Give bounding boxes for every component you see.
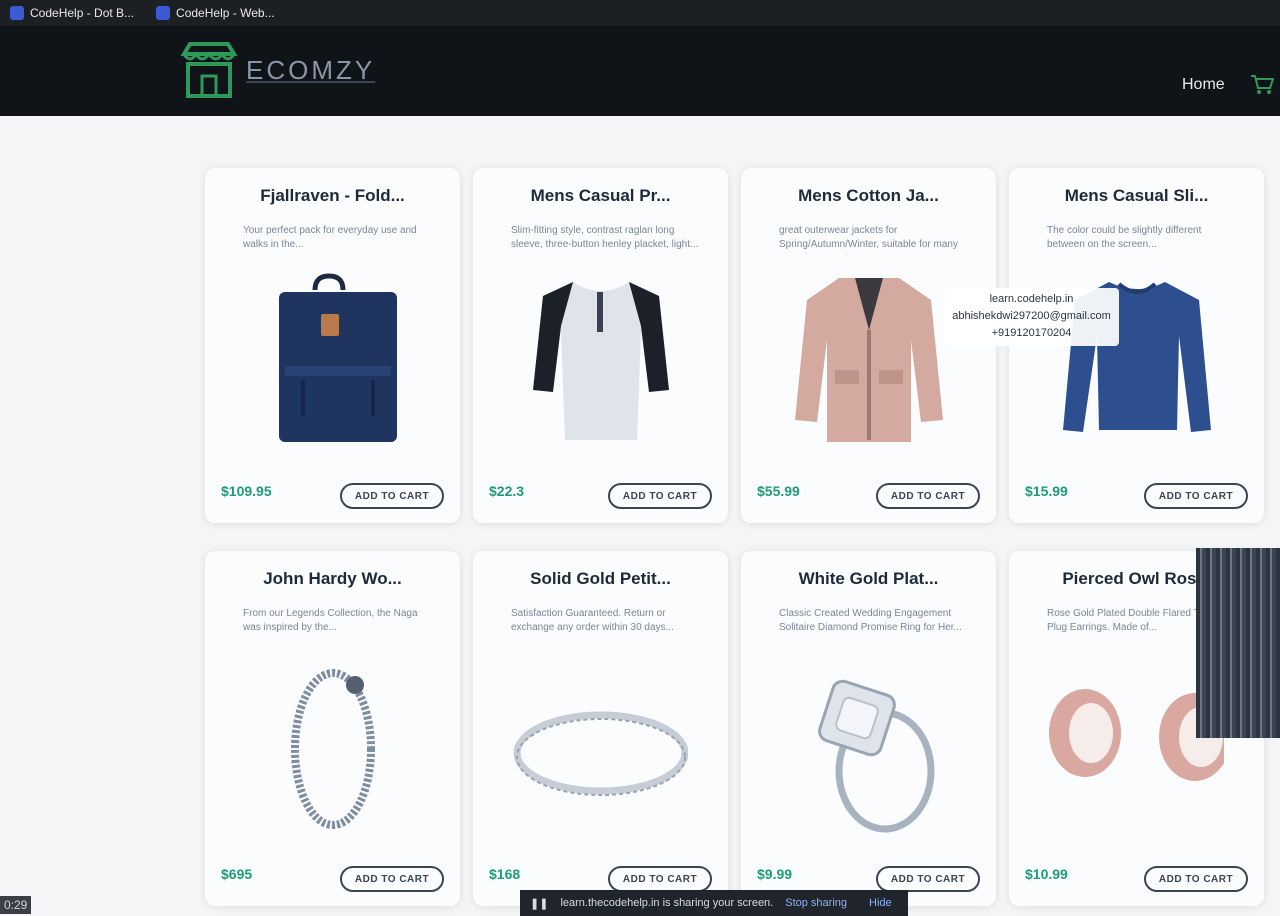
browser-tab[interactable]: CodeHelp - Web... [156,6,275,20]
ring-icon [818,679,935,833]
nav-home-link[interactable]: Home [1182,76,1225,94]
product-description: From our Legends Collection, the Naga wa… [243,608,418,633]
pause-icon: ❚❚ [530,897,549,910]
product-price: $22.3 [489,483,525,499]
product-title[interactable]: John Hardy Wo... [223,569,442,589]
watermark-site: learn.codehelp.in [989,293,1074,305]
add-to-cart-button[interactable]: ADD TO CART [340,483,444,509]
product-card: Solid Gold Petit... Satisfaction Guarant… [473,551,728,906]
add-to-cart-button[interactable]: ADD TO CART [1144,866,1248,892]
product-title[interactable]: Solid Gold Petit... [491,569,710,589]
stop-sharing-button[interactable]: Stop sharing [785,897,847,909]
product-price: $168 [489,866,521,882]
product-title[interactable]: Fjallraven - Fold... [223,186,442,206]
screen-share-bar: ❚❚ learn.thecodehelp.in is sharing your … [520,890,908,916]
product-description: Satisfaction Guaranteed. Return or excha… [511,608,674,633]
share-message: learn.thecodehelp.in is sharing your scr… [560,897,774,909]
product-card: John Hardy Wo... From our Legends Collec… [205,551,460,906]
watermark-overlay: learn.codehelp.in abhishekdwi297200@gmai… [944,288,1119,346]
product-price: $695 [221,866,253,882]
product-card: White Gold Plat... Classic Created Weddi… [741,551,996,906]
hide-button[interactable]: Hide [869,897,892,909]
add-to-cart-button[interactable]: ADD TO CART [340,866,444,892]
add-to-cart-button[interactable]: ADD TO CART [876,866,980,892]
jacket-icon [795,278,943,442]
product-price: $55.99 [757,483,800,499]
bracelet-icon [291,669,375,829]
logo-text: ECOMZY [246,54,376,85]
favicon-icon [156,6,171,20]
add-to-cart-button[interactable]: ADD TO CART [876,483,980,509]
product-description: great outerwear jackets for Spring/Autum… [779,225,958,254]
watermark-email: abhishekdwi297200@gmail.com [952,310,1111,322]
favicon-icon [10,6,24,20]
product-card: Fjallraven - Fold... Your perfect pack f… [205,168,460,523]
watermark-phone: +919120170204 [991,327,1072,339]
cart-icon[interactable] [1250,74,1274,96]
store-icon [180,42,238,98]
product-description: Classic Created Wedding Engagement Solit… [779,608,962,633]
logo[interactable]: ECOMZY [178,40,375,100]
tab-title: CodeHelp - Web... [176,6,275,20]
product-price: $10.99 [1025,866,1068,882]
product-description: Slim-fitting style, contrast raglan long… [511,225,699,250]
navbar: ECOMZY Home [0,26,1280,116]
add-to-cart-button[interactable]: ADD TO CART [1144,483,1248,509]
product-title[interactable]: Mens Casual Sli... [1027,186,1246,206]
video-thumbnail [1196,548,1280,738]
product-title[interactable]: White Gold Plat... [759,569,978,589]
product-description: The color could be slightly different be… [1047,225,1202,250]
product-description: Your perfect pack for everyday use and w… [243,225,417,250]
backpack-icon [279,273,397,442]
product-grid: Fjallraven - Fold... Your perfect pack f… [205,168,1265,906]
product-price: $109.95 [221,483,272,499]
product-card: Mens Casual Pr... Slim-fitting style, co… [473,168,728,523]
browser-tab-bar: CodeHelp - Dot B... CodeHelp - Web... [0,0,1280,26]
raglan-shirt-icon [533,282,669,440]
product-price: $15.99 [1025,483,1068,499]
browser-tab[interactable]: CodeHelp - Dot B... [10,6,134,20]
gold-bangle-icon [513,711,688,796]
add-to-cart-button[interactable]: ADD TO CART [608,483,712,509]
add-to-cart-button[interactable]: ADD TO CART [608,866,712,892]
product-title[interactable]: Mens Cotton Ja... [759,186,978,206]
taskbar-clock: 0:29 [0,896,32,914]
product-title[interactable]: Mens Casual Pr... [491,186,710,206]
product-price: $9.99 [757,866,793,882]
tab-title: CodeHelp - Dot B... [30,6,135,20]
